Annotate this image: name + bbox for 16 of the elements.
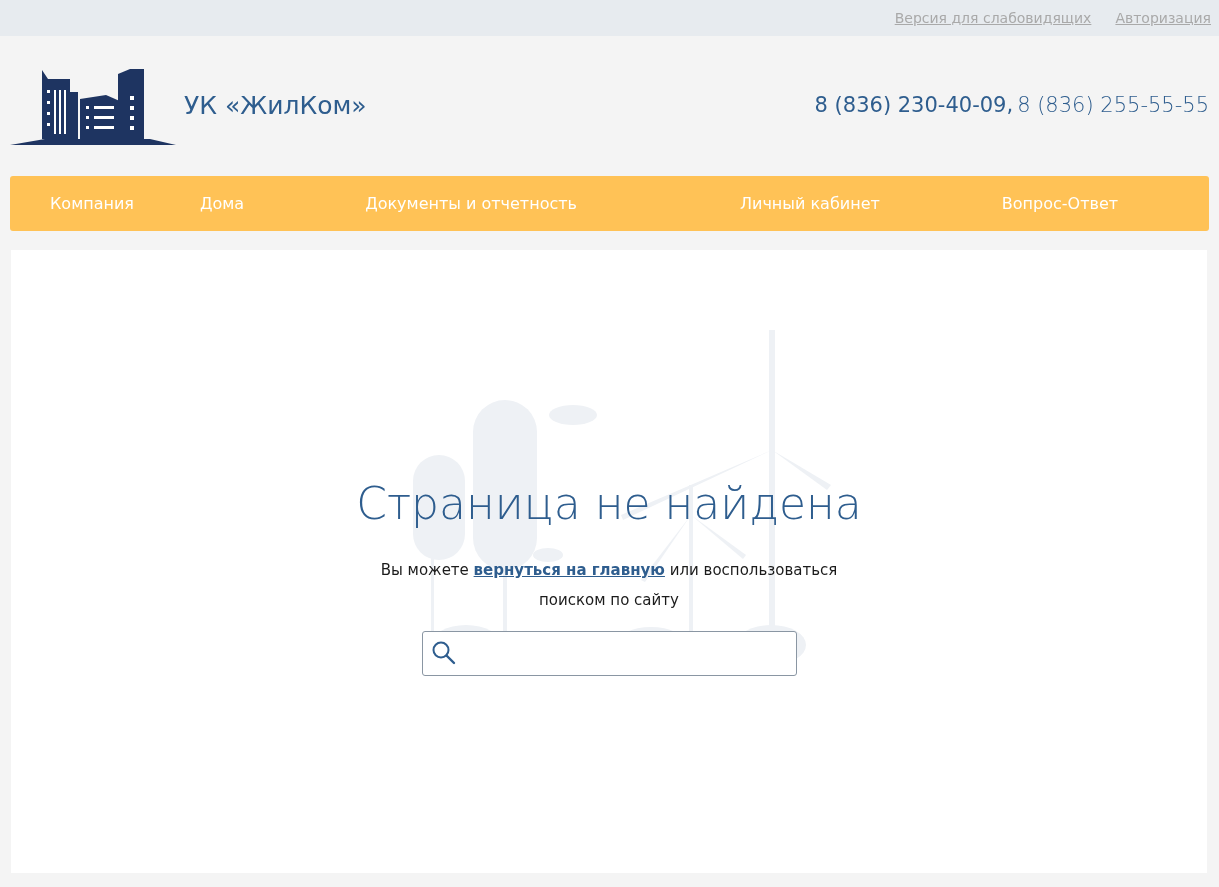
accessibility-link[interactable]: Версия для слабовидящих bbox=[894, 7, 1092, 29]
buildings-logo-icon bbox=[10, 66, 176, 146]
page-title: Страница не найдена bbox=[356, 478, 862, 531]
company-name: УК «ЖилКом» bbox=[184, 90, 367, 123]
nav-link[interactable]: Дома bbox=[199, 191, 245, 216]
nav-link[interactable]: Компания bbox=[50, 191, 134, 216]
search-icon bbox=[430, 640, 457, 667]
nav-link[interactable]: Личный кабинет bbox=[740, 191, 880, 216]
search-field[interactable] bbox=[421, 630, 797, 676]
home-link[interactable]: вернуться на главную bbox=[473, 560, 665, 579]
phone-number: 8 (836) 230-40-09, bbox=[814, 92, 1014, 120]
login-link[interactable]: Авторизация bbox=[1115, 7, 1211, 29]
nav-link[interactable]: Вопрос-Ответ bbox=[1001, 191, 1119, 216]
nav-link[interactable]: Документы и отчетность bbox=[365, 191, 577, 216]
phone-number: 8 (836) 255-55-55 bbox=[1017, 92, 1209, 120]
message-text: Вы можете вернуться на главную или воспользоваться поиском по сайту bbox=[379, 559, 839, 611]
